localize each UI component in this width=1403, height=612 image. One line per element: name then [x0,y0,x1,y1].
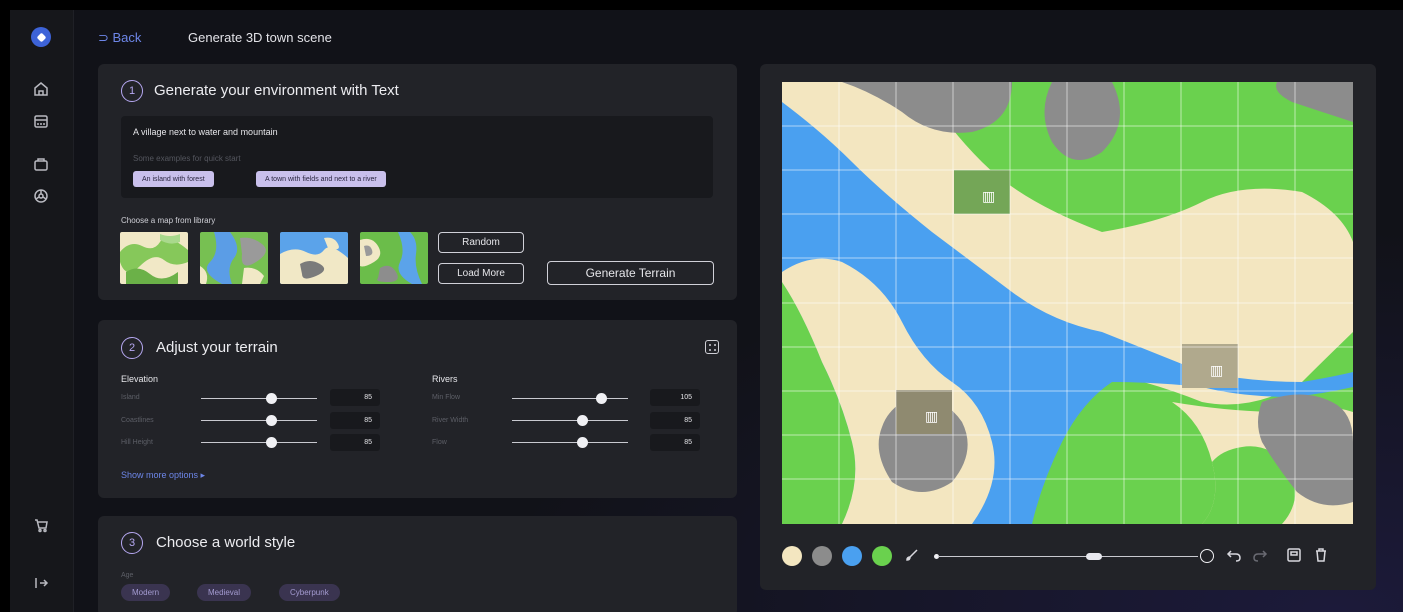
brush-icon[interactable] [904,547,920,563]
slider-knob[interactable] [576,415,588,426]
page-title: Generate 3D town scene [188,30,332,45]
logout-icon[interactable] [32,574,50,592]
prompt-value: A village next to water and mountain [133,127,278,137]
flow-value[interactable]: 85 [650,434,700,451]
style-tag-medieval[interactable]: Medieval [197,584,252,601]
slider-label-flow: Flow [432,439,447,446]
save-icon[interactable] [1286,547,1302,563]
panel-title: Generate your environment with Text [154,82,399,99]
cart-icon[interactable] [32,516,50,534]
step-text-panel: 1 Generate your environment with Text A … [98,64,737,300]
redo-icon[interactable] [1252,547,1268,563]
island-value[interactable]: 85 [330,389,380,406]
undo-icon[interactable] [1226,547,1242,563]
slider-label-river-width: River Width [432,417,469,424]
slider-label-island: Island [121,394,140,401]
map-thumbnail[interactable] [360,232,428,284]
dice-icon[interactable] [705,340,719,354]
example-chip-town[interactable]: A town with fields and next to a river [256,171,386,187]
library-label: Choose a map from library [121,216,216,225]
flow-slider[interactable] [512,437,628,448]
slider-label-hill-height: Hill Height [121,439,153,446]
step-number: 1 [121,80,143,102]
show-more-options-link[interactable]: Show more options ▸ [121,470,205,481]
river-width-slider[interactable] [512,415,628,426]
example-chip-island[interactable]: An island with forest [133,171,214,187]
town-icon[interactable]: ▥ [1210,362,1223,379]
style-tag-cyberpunk[interactable]: Cyberpunk [279,584,340,601]
prompt-input[interactable]: A village next to water and mountain Som… [121,116,713,198]
load-more-button[interactable]: Load More [438,263,524,284]
logo[interactable] [31,27,51,47]
slider-label-coastlines: Coastlines [121,417,154,424]
step-number: 3 [121,532,143,554]
random-button[interactable]: Random [438,232,524,253]
step-terrain-panel: 2 Adjust your terrain Elevation Rivers I… [98,320,737,498]
slider-knob[interactable] [265,437,277,448]
step-number: 2 [121,337,143,359]
river-width-value[interactable]: 85 [650,412,700,429]
min-flow-value[interactable]: 105 [650,389,700,406]
slider-label-min-flow: Min Flow [432,394,461,401]
town-icon[interactable]: ▥ [925,408,938,425]
map-thumbnail[interactable] [200,232,268,284]
water-color-swatch[interactable] [842,546,862,566]
step-style-panel: 3 Choose a world style Age Modern Mediev… [98,516,737,612]
mountain-color-swatch[interactable] [812,546,832,566]
style-tag-modern[interactable]: Modern [121,584,171,601]
hill-height-value[interactable]: 85 [330,434,380,451]
slider-knob[interactable] [596,393,608,404]
sidebar [10,10,74,612]
coastlines-value[interactable]: 85 [330,412,380,429]
store-icon[interactable] [32,112,50,130]
slider-knob[interactable] [265,393,277,404]
elevation-label: Elevation [121,374,159,384]
bag-icon[interactable] [32,155,50,173]
map-thumbnail[interactable] [120,232,188,284]
app-window: ⊃ Back Generate 3D town scene 1 Generate… [10,10,1403,612]
grass-color-swatch[interactable] [872,546,892,566]
panel-title: Adjust your terrain [156,339,278,356]
back-link[interactable]: ⊃ Back [98,30,141,46]
settings-icon[interactable] [32,187,50,205]
sand-color-swatch[interactable] [782,546,802,566]
island-slider[interactable] [201,393,317,404]
town-icon[interactable]: ▥ [982,188,995,205]
hill-height-slider[interactable] [201,437,317,448]
map-thumbnail[interactable] [280,232,348,284]
age-label: Age [121,572,134,579]
slider-knob[interactable] [265,415,277,426]
home-icon[interactable] [32,80,50,98]
coastlines-slider[interactable] [201,415,317,426]
brush-size-handle[interactable] [1086,553,1102,560]
back-label: Back [112,30,142,45]
trash-icon[interactable] [1313,547,1329,563]
brush-size-slider[interactable] [938,556,1198,557]
generate-terrain-button[interactable]: Generate Terrain [547,261,714,285]
examples-hint: Some examples for quick start [133,154,241,163]
slider-knob[interactable] [576,437,588,448]
map-toolbar [782,540,1353,570]
terrain-map-canvas[interactable] [782,82,1353,524]
panel-title: Choose a world style [156,534,296,551]
min-flow-slider[interactable] [512,393,628,404]
rivers-label: Rivers [432,374,458,384]
brush-size-max [1200,549,1214,563]
map-editor-panel: ▥ ▥ ▥ [760,64,1376,590]
